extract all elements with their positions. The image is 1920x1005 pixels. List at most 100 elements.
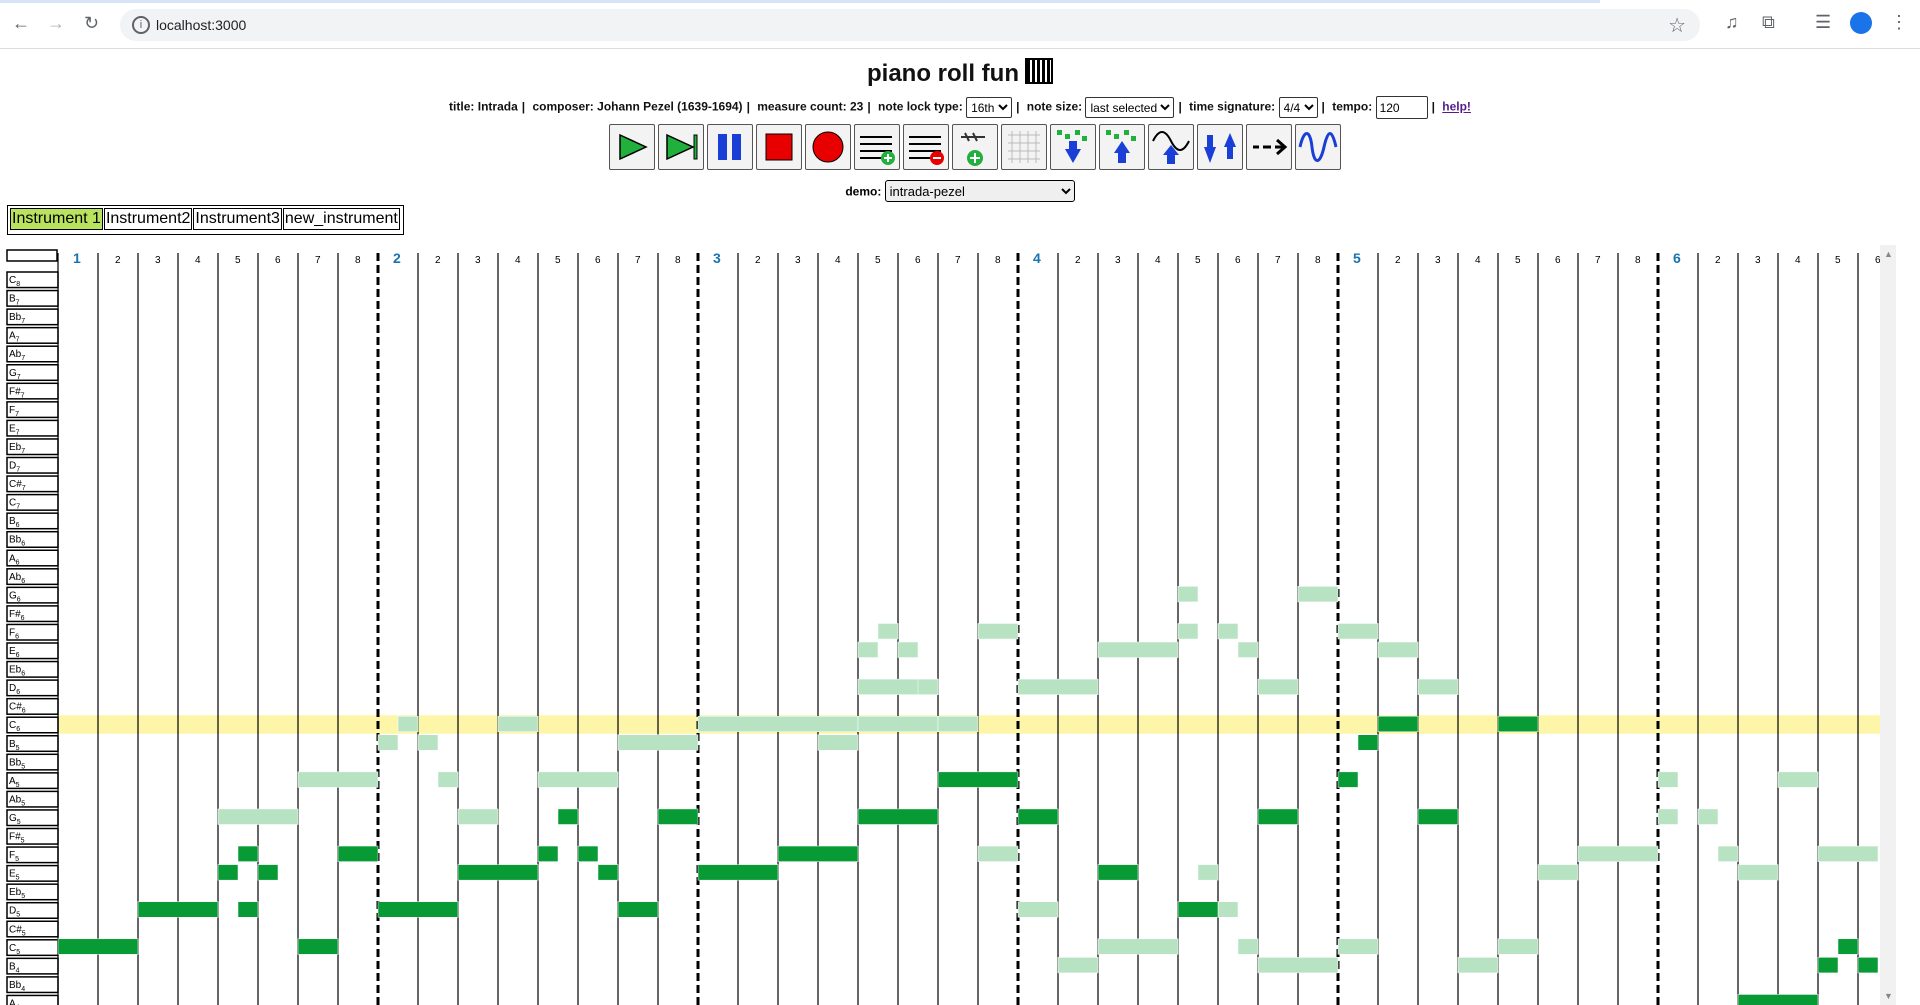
note-lock-select[interactable]: 16th	[966, 97, 1013, 118]
move-down-icon	[1057, 130, 1087, 163]
site-info-icon[interactable]: i	[132, 16, 150, 34]
beat-number: 6	[275, 255, 281, 266]
help-link[interactable]: help!	[1442, 100, 1471, 114]
instrument-tab-1[interactable]: Instrument 1	[10, 208, 103, 230]
beat-number: 4	[835, 255, 841, 266]
stop-icon	[765, 133, 793, 161]
clear-grid-button[interactable]	[1001, 124, 1047, 170]
scroll-up-icon[interactable]: ▲	[1884, 249, 1893, 259]
other-instrument-note	[697, 715, 859, 733]
other-instrument-note	[1577, 845, 1659, 862]
play-all-icon	[666, 133, 698, 161]
remove-measure-icon	[909, 136, 944, 165]
instrument-tab-2[interactable]: Instrument2	[103, 208, 193, 230]
beat-number: 3	[1755, 255, 1761, 266]
beat-number: 3	[795, 255, 801, 266]
active-instrument-note	[257, 864, 279, 881]
piano-roll: C8 B7 Bb7 A7 Ab7 G7 F#7 F7 E7 Eb7 D7 C#7 C7 B6 Bb6 A6 Ab…	[0, 245, 1880, 1005]
vertical-scrollbar[interactable]: ▲ ▼	[1880, 245, 1896, 1005]
other-instrument-note	[1017, 678, 1099, 695]
measure-number: 4	[1033, 250, 1041, 266]
beat-number: 8	[675, 255, 681, 266]
forward-icon[interactable]: →	[47, 13, 65, 34]
waveform-button[interactable]	[1295, 124, 1341, 170]
add-instrument-button[interactable]	[952, 124, 998, 170]
reading-list-icon[interactable]: ☰	[1815, 12, 1831, 33]
play-all-button[interactable]	[658, 124, 704, 170]
reload-icon[interactable]: ↻	[84, 13, 99, 34]
browser-menu-icon[interactable]: ⋮	[1890, 12, 1908, 33]
play-button[interactable]	[609, 124, 655, 170]
other-instrument-note	[377, 734, 399, 751]
beat-number: 3	[155, 255, 161, 266]
beat-number: 2	[1075, 255, 1081, 266]
beat-number: 2	[1395, 255, 1401, 266]
add-instrument-icon	[961, 132, 985, 166]
beat-number: 7	[315, 255, 321, 266]
arrow-right-icon	[1253, 138, 1288, 156]
swap-button[interactable]	[1197, 124, 1243, 170]
tempo-input[interactable]	[1375, 96, 1428, 119]
pause-button[interactable]	[707, 124, 753, 170]
active-instrument-note	[1837, 938, 1859, 955]
move-notes-up-button[interactable]	[1099, 124, 1145, 170]
profile-avatar[interactable]	[1850, 12, 1872, 34]
song-settings-bar: title: Intrada | composer: Johann Pezel (…	[0, 96, 1920, 119]
note-lock-label: note lock type:	[878, 99, 963, 114]
header-corner-cell	[6, 249, 58, 262]
active-instrument-note	[937, 771, 1019, 788]
active-instrument-note	[1417, 808, 1459, 825]
beat-number: 4	[1795, 255, 1801, 266]
note-size-label: note size:	[1026, 99, 1083, 114]
active-instrument-note	[377, 901, 459, 918]
instrument-tab-3[interactable]: Instrument3	[193, 208, 282, 230]
bookmark-star-icon[interactable]: ☆	[1668, 13, 1686, 38]
other-instrument-note	[217, 808, 299, 825]
measure-number: 1	[73, 250, 81, 266]
back-icon[interactable]: ←	[12, 13, 30, 34]
other-instrument-note	[1197, 864, 1219, 881]
beat-number: 2	[1715, 255, 1721, 266]
pause-icon	[718, 134, 741, 160]
arrow-right-button[interactable]	[1246, 124, 1292, 170]
other-instrument-note	[1777, 771, 1819, 788]
active-instrument-note	[57, 938, 139, 955]
other-instrument-note	[497, 715, 539, 733]
note-size-select[interactable]: last selected	[1085, 97, 1175, 118]
other-instrument-note	[617, 734, 699, 751]
other-instrument-note	[1217, 623, 1239, 640]
move-notes-down-button[interactable]	[1050, 124, 1096, 170]
address-bar[interactable]: i localhost:3000 ☆	[120, 9, 1700, 41]
piano-roll-grid[interactable]: C8B7Bb7A7Ab7G7F#7F7E7Eb7D7C#7C7B6Bb6A6Ab…	[0, 245, 1880, 1005]
active-instrument-note	[1497, 715, 1539, 733]
raise-pitch-button[interactable]	[1148, 124, 1194, 170]
active-instrument-note	[1357, 734, 1379, 751]
scroll-down-icon[interactable]: ▼	[1884, 991, 1893, 1001]
active-instrument-note	[237, 901, 259, 918]
active-instrument-note	[1017, 808, 1059, 825]
instrument-tab-4[interactable]: new_instrument	[282, 208, 400, 230]
active-instrument-note	[1817, 957, 1839, 974]
time-signature-select[interactable]: 4/4	[1278, 97, 1318, 118]
other-instrument-note	[1257, 678, 1299, 695]
stop-button[interactable]	[756, 124, 802, 170]
demo-select[interactable]: intrada-pezel	[884, 180, 1075, 202]
other-instrument-note	[1657, 808, 1679, 825]
other-instrument-note	[537, 771, 619, 788]
record-button[interactable]	[805, 124, 851, 170]
url-text[interactable]: localhost:3000	[156, 17, 246, 33]
active-instrument-note	[217, 864, 239, 881]
active-instrument-note	[857, 808, 939, 825]
extensions-icon[interactable]: ⧉	[1762, 12, 1775, 33]
active-instrument-note	[457, 864, 539, 881]
beat-number: 4	[515, 255, 521, 266]
remove-measure-button[interactable]	[903, 124, 949, 170]
add-measure-button[interactable]	[854, 124, 900, 170]
other-instrument-note	[1457, 957, 1499, 974]
beat-number: 7	[1595, 255, 1601, 266]
media-icon[interactable]: ♫	[1725, 12, 1739, 33]
other-instrument-note	[977, 623, 1019, 640]
demo-selector: demo: intrada-pezel	[0, 180, 1920, 202]
other-instrument-note	[937, 715, 979, 733]
sine-wave-icon	[1298, 132, 1338, 162]
